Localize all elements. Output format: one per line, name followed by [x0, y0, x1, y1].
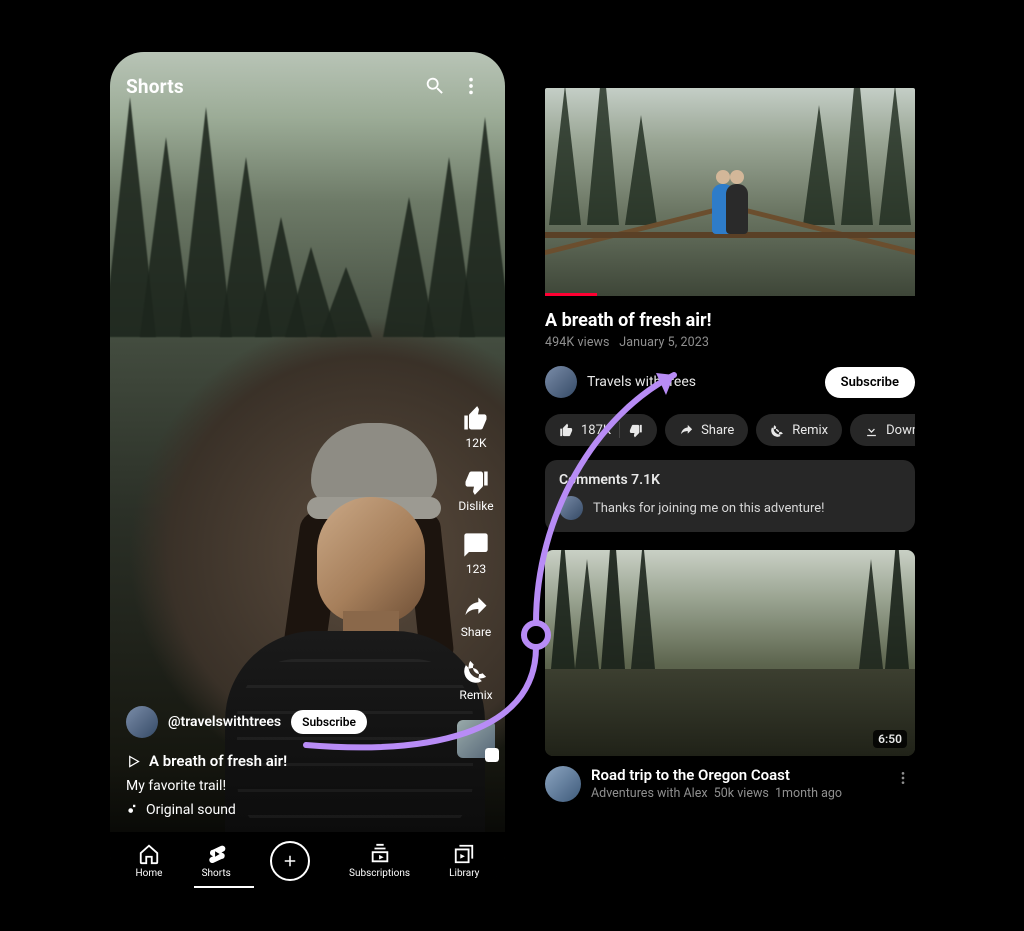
rec-title[interactable]: Road trip to the Oregon Coast — [591, 766, 881, 784]
rec-channel-avatar[interactable] — [545, 766, 581, 802]
share-label: Share — [461, 625, 492, 639]
rec-subline: Adventures with Alex 50k views 1month ag… — [591, 786, 881, 801]
share-button[interactable]: Share — [461, 594, 492, 639]
recommended-video: 6:50 Road trip to the Oregon Coast Adven… — [545, 550, 915, 802]
comments-section[interactable]: Comments 7.1K Thanks for joining me on t… — [545, 460, 915, 532]
like-chip[interactable]: 187K — [545, 414, 657, 446]
remix-label: Remix — [459, 688, 492, 702]
watch-page: A breath of fresh air! 494K views Januar… — [545, 88, 915, 802]
action-chips: 187K Share Remix Down — [545, 414, 915, 446]
like-button[interactable]: 12K — [462, 405, 490, 450]
video-title: A breath of fresh air! — [545, 310, 915, 331]
subscribe-button[interactable]: Subscribe — [825, 367, 915, 398]
progress-bar[interactable] — [545, 293, 597, 296]
nav-create[interactable] — [270, 841, 310, 881]
top-comment: Thanks for joining me on this adventure! — [593, 501, 824, 516]
video-player[interactable] — [545, 88, 915, 296]
video-stats: 494K views January 5, 2023 — [545, 335, 915, 350]
channel-avatar[interactable] — [126, 706, 158, 738]
subscribe-button[interactable]: Subscribe — [291, 710, 367, 734]
download-chip[interactable]: Down — [850, 414, 915, 446]
bottom-nav: Home Shorts Subscriptions Library — [110, 832, 505, 888]
nav-shorts[interactable]: Shorts — [202, 843, 231, 879]
more-icon[interactable] — [891, 766, 915, 794]
nav-library[interactable]: Library — [449, 843, 479, 879]
channel-avatar[interactable] — [545, 366, 577, 398]
nav-home[interactable]: Home — [136, 843, 163, 879]
comments-button[interactable]: 123 — [462, 531, 490, 576]
dislike-button[interactable]: Dislike — [458, 468, 493, 513]
search-icon[interactable] — [417, 68, 453, 104]
shorts-player: Shorts 12K Dislike 123 Share Remix — [110, 52, 505, 888]
comments-heading: Comments 7.1K — [559, 472, 901, 488]
nav-subscriptions[interactable]: Subscriptions — [349, 843, 410, 879]
action-rail: 12K Dislike 123 Share Remix — [457, 405, 495, 758]
sound-attribution[interactable]: Original sound — [126, 802, 435, 818]
caption: My favorite trail! — [126, 778, 435, 794]
channel-name[interactable]: Travels with trees — [587, 374, 815, 390]
shorts-header: Shorts — [126, 75, 184, 98]
dislike-label: Dislike — [458, 499, 493, 513]
duration-badge: 6:50 — [873, 730, 907, 748]
rec-thumbnail[interactable]: 6:50 — [545, 550, 915, 756]
share-chip[interactable]: Share — [665, 414, 748, 446]
comment-count: 123 — [466, 562, 486, 576]
like-count: 12K — [465, 436, 486, 450]
channel-handle[interactable]: @travelswithtrees — [168, 714, 281, 730]
commenter-avatar — [559, 496, 583, 520]
sound-thumbnail[interactable] — [457, 720, 495, 758]
remix-button[interactable]: Remix — [459, 657, 492, 702]
linked-video-title[interactable]: A breath of fresh air! — [126, 752, 435, 770]
more-icon[interactable] — [453, 68, 489, 104]
remix-chip[interactable]: Remix — [756, 414, 842, 446]
